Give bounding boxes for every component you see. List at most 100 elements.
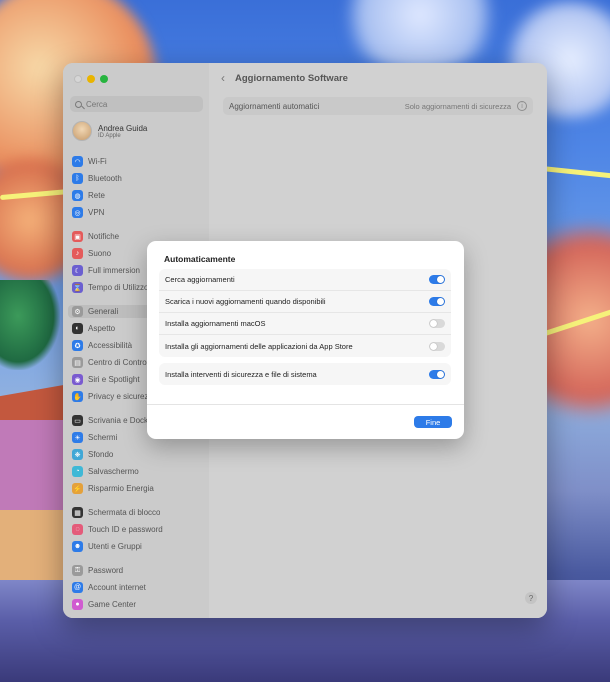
automatic-updates-label: Aggiornamenti automatici	[229, 101, 320, 111]
update-options-group: Cerca aggiornamenti Scarica i nuovi aggio…	[159, 269, 451, 357]
automatic-updates-dialog: Automaticamente Cerca aggiornamenti Scari…	[147, 241, 464, 439]
network-icon: ◍	[72, 190, 83, 201]
sidebar-item-label: Touch ID e password	[88, 525, 163, 534]
sidebar-item-label: Tempo di Utilizzo	[88, 283, 149, 292]
toolbar: ‹ Aggiornamento Software	[209, 63, 547, 93]
control-center-icon: ▤	[72, 357, 83, 368]
window-controls	[74, 75, 108, 83]
password-icon: ⚿	[72, 565, 83, 576]
account-subtitle: ID Apple	[98, 132, 121, 139]
sidebar-item-label: Accessibilità	[88, 341, 133, 350]
wifi-icon: ◠	[72, 156, 83, 167]
done-button[interactable]: Fine	[414, 416, 452, 428]
sidebar-item[interactable]: ☻ Utenti e Gruppi	[72, 540, 202, 553]
sidebar-item-label: Aspetto	[88, 324, 116, 333]
displays-icon: ☀	[72, 432, 83, 443]
vpn-icon: ◎	[72, 207, 83, 218]
close-button[interactable]	[74, 75, 82, 83]
sound-icon: ♪	[72, 248, 83, 259]
sidebar-item-label: Full immersion	[88, 266, 141, 275]
sidebar-item[interactable]: ◌ Touch ID e password	[72, 523, 202, 536]
automatic-updates-value: Solo aggiornamenti di sicurezza	[404, 101, 511, 111]
update-option-row: Installa aggiornamenti macOS	[159, 313, 451, 335]
security-option-toggle[interactable]	[429, 369, 445, 379]
sidebar-item[interactable]: @ Account internet	[72, 581, 202, 594]
sidebar-item[interactable]: ᛒ Bluetooth	[72, 172, 202, 185]
update-option-row: Cerca aggiornamenti	[159, 269, 451, 291]
screen-time-icon: ⌛	[72, 282, 83, 293]
automatic-updates-row[interactable]: Aggiornamenti automatici Solo aggiorname…	[223, 97, 533, 115]
screensaver-icon: ◔	[72, 466, 83, 477]
sidebar-item[interactable]: ◎ VPN	[72, 206, 202, 219]
sidebar-item-label: Password	[88, 566, 124, 575]
notifications-icon: ▣	[72, 231, 83, 242]
sidebar-item-label: Rete	[88, 191, 105, 200]
accessibility-icon: ✪	[72, 340, 83, 351]
avatar	[72, 121, 92, 141]
appearance-icon: ◐	[72, 323, 83, 334]
update-option-label: Cerca aggiornamenti	[165, 275, 235, 284]
account-name: Andrea Guida	[98, 123, 148, 133]
update-option-label: Scarica i nuovi aggiornamenti quando dis…	[165, 297, 326, 306]
sidebar-item-label: Sfondo	[88, 450, 114, 459]
sidebar-item-label: Notifiche	[88, 232, 120, 241]
dialog-title: Automaticamente	[164, 254, 236, 264]
focus-icon: ☾	[72, 265, 83, 276]
sidebar-item[interactable]: ◍ Rete	[72, 189, 202, 202]
wallpaper-icon: ❋	[72, 449, 83, 460]
update-option-label: Installa aggiornamenti macOS	[165, 319, 266, 328]
search-icon	[75, 100, 82, 108]
lock-screen-icon: ▦	[72, 507, 83, 518]
sidebar-item-label: Risparmio Energia	[88, 484, 154, 493]
sidebar-item[interactable]: ⚿ Password	[72, 564, 202, 577]
sidebar-item-label: Salvaschermo	[88, 467, 139, 476]
dock-icon: ▭	[72, 415, 83, 426]
sidebar-item-label: Scrivania e Dock	[88, 416, 149, 425]
sidebar-item-label: Schermata di blocco	[88, 508, 161, 517]
dialog-divider	[147, 404, 464, 405]
sidebar-item-label: Bluetooth	[88, 174, 122, 183]
search-input[interactable]	[86, 99, 186, 109]
sidebar-item[interactable]: ⚡ Risparmio Energia	[72, 482, 202, 495]
sidebar-item-label: Generali	[88, 307, 119, 316]
users-icon: ☻	[72, 541, 83, 552]
gear-icon: ⚙	[72, 306, 83, 317]
sidebar-item-label: Siri e Spotlight	[88, 375, 140, 384]
apple-id-account[interactable]: Andrea Guida ID Apple	[72, 121, 147, 141]
sidebar-item-label: Schermi	[88, 433, 118, 442]
sidebar-item-label: Wi-Fi	[88, 157, 107, 166]
internet-accounts-icon: @	[72, 582, 83, 593]
help-icon[interactable]: ?	[525, 592, 537, 604]
minimize-button[interactable]	[87, 75, 95, 83]
page-title: Aggiornamento Software	[235, 72, 348, 84]
update-option-toggle[interactable]	[429, 341, 445, 351]
update-option-toggle[interactable]	[429, 297, 445, 306]
update-option-row: Installa gli aggiornamenti delle applica…	[159, 335, 451, 357]
security-option-label: Installa interventi di sicurezza e file …	[165, 369, 317, 379]
sidebar-item[interactable]: ● Game Center	[72, 598, 202, 611]
touch-id-icon: ◌	[72, 524, 83, 535]
game-center-icon: ●	[72, 599, 83, 610]
privacy-icon: ✋	[72, 391, 83, 402]
update-option-label: Installa gli aggiornamenti delle applica…	[165, 341, 353, 351]
sidebar-item[interactable]: ▦ Schermata di blocco	[72, 506, 202, 519]
sidebar-item-label: Account internet	[88, 583, 146, 592]
sidebar-item[interactable]: ◠ Wi-Fi	[72, 155, 202, 168]
bluetooth-icon: ᛒ	[72, 173, 83, 184]
sidebar-item-label: VPN	[88, 208, 105, 217]
zoom-button[interactable]	[100, 75, 108, 83]
update-option-toggle[interactable]	[429, 319, 445, 328]
update-option-row: Scarica i nuovi aggiornamenti quando dis…	[159, 291, 451, 313]
chevron-left-icon[interactable]: ‹	[221, 71, 225, 85]
sidebar-item-label: Centro di Controllo	[88, 358, 155, 367]
security-options-group: Installa interventi di sicurezza e file …	[159, 363, 451, 385]
update-option-toggle[interactable]	[429, 275, 445, 284]
search-box[interactable]	[70, 96, 203, 112]
energy-icon: ⚡	[72, 483, 83, 494]
sidebar-item[interactable]: ❋ Sfondo	[72, 448, 202, 461]
sidebar-item-label: Suono	[88, 249, 112, 258]
info-icon[interactable]: i	[517, 101, 527, 111]
sidebar-item-label: Utenti e Gruppi	[88, 542, 142, 551]
sidebar-item[interactable]: ◔ Salvaschermo	[72, 465, 202, 478]
sidebar-item-label: Game Center	[88, 600, 137, 609]
